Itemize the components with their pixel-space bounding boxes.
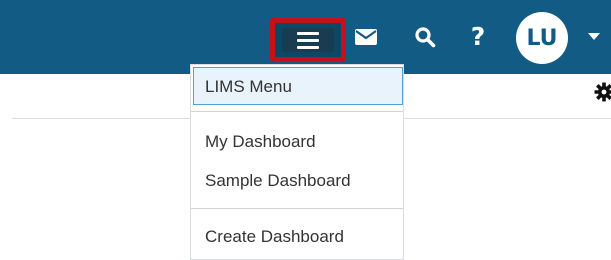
menu-separator — [191, 208, 403, 209]
menu-item-sample-dashboard[interactable]: Sample Dashboard — [191, 164, 405, 198]
search-button[interactable] — [412, 24, 438, 50]
user-menu-chevron-down-icon[interactable] — [588, 33, 600, 40]
menu-button[interactable] — [270, 18, 346, 62]
menu-item-my-dashboard[interactable]: My Dashboard — [191, 125, 405, 159]
search-icon — [414, 26, 436, 48]
gear-icon — [594, 82, 611, 102]
menu-item-label: LIMS Menu — [205, 77, 292, 97]
avatar-initials: LU — [526, 26, 557, 51]
top-navigation-bar: ? LU — [0, 0, 611, 74]
lims-dropdown-menu: LIMS Menu My Dashboard Sample Dashboard … — [190, 64, 404, 260]
help-button[interactable]: ? — [466, 24, 490, 50]
help-icon: ? — [471, 24, 486, 50]
menu-button-inner — [282, 28, 334, 52]
menu-item-label: Sample Dashboard — [205, 171, 351, 191]
menu-separator — [191, 111, 403, 112]
menu-item-lims-menu[interactable]: LIMS Menu — [191, 68, 405, 106]
mail-button[interactable] — [352, 24, 380, 50]
user-avatar[interactable]: LU — [516, 12, 568, 64]
menu-icon — [297, 32, 319, 49]
menu-item-label: Create Dashboard — [205, 227, 344, 247]
menu-item-label: My Dashboard — [205, 132, 316, 152]
menu-item-create-dashboard[interactable]: Create Dashboard — [191, 220, 405, 254]
mail-icon — [354, 28, 378, 46]
settings-button[interactable] — [594, 82, 611, 102]
